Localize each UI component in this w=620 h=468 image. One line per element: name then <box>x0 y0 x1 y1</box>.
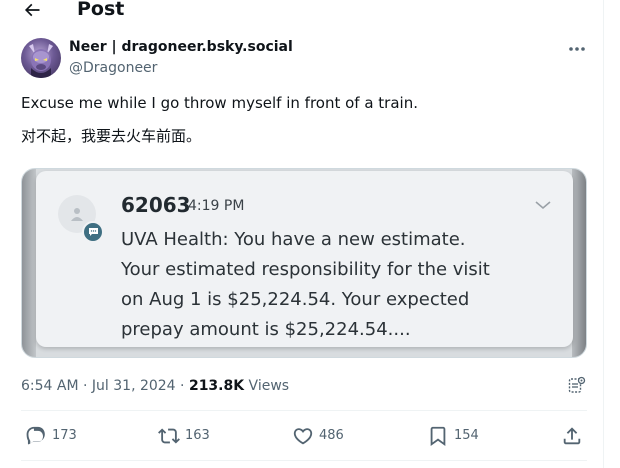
views-count: 213.8K <box>188 378 245 394</box>
repost-count: 163 <box>185 428 210 443</box>
post-text: Excuse me while I go throw myself in fro… <box>21 94 418 112</box>
more-horizontal-icon <box>569 47 585 51</box>
author-handle[interactable]: @Dragoneer <box>69 59 157 77</box>
share-button[interactable] <box>561 424 583 448</box>
sms-line: UVA Health: You have a new estimate. <box>121 229 466 250</box>
message-badge <box>82 221 104 243</box>
bookmark-count: 154 <box>454 428 479 443</box>
more-button[interactable] <box>565 40 589 58</box>
like-count: 486 <box>319 428 344 443</box>
user-avatar-purple-dragon <box>29 44 53 78</box>
post-text-translation: 对不起，我要去火车前面。 <box>21 127 202 145</box>
bookmark-icon <box>430 426 446 447</box>
back-button[interactable] <box>18 0 46 23</box>
arrow-left-icon <box>24 3 40 17</box>
meta-separator: · <box>175 378 189 394</box>
reply-count: 173 <box>52 428 77 443</box>
sms-line: prepay amount is $25,224.54.... <box>121 319 411 340</box>
post-date[interactable]: Jul 31, 2024 <box>92 378 176 394</box>
page-title: Post <box>77 0 125 20</box>
grok-analyze-button[interactable] <box>566 374 588 396</box>
sms-line: Your estimated responsibility for the vi… <box>121 259 490 280</box>
repost-button[interactable]: 163 <box>158 424 210 448</box>
reply-icon <box>26 426 45 445</box>
post-page: Post Neer | dragoneer.bsky.social @Drago… <box>0 0 620 468</box>
post-meta: 6:54 AM · Jul 31, 2024 · 213.8K Views <box>21 376 289 396</box>
avatar[interactable] <box>21 38 61 78</box>
sms-sender: 62063 <box>121 193 191 217</box>
bookmark-button[interactable]: 154 <box>427 424 479 448</box>
person-icon <box>71 208 83 221</box>
heart-icon <box>293 428 313 445</box>
post-time[interactable]: 6:54 AM <box>21 378 79 394</box>
column-border <box>603 0 604 468</box>
author-name[interactable]: Neer | dragoneer.bsky.social <box>69 38 293 56</box>
meta-separator: · <box>78 378 92 394</box>
header: Post <box>0 0 603 26</box>
message-bubble-icon <box>88 228 98 236</box>
sms-line: on Aug 1 is $25,224.54. Your expected <box>121 289 470 310</box>
divider <box>21 460 587 461</box>
post-media-image[interactable]: 62063 4:19 PM UVA Health: You have a new… <box>21 168 587 358</box>
sms-time: 4:19 PM <box>188 198 245 214</box>
media-edge-right <box>572 169 586 357</box>
views-label: Views <box>244 378 290 394</box>
like-button[interactable]: 486 <box>292 424 344 448</box>
sms-notification-card: 62063 4:19 PM UVA Health: You have a new… <box>36 171 573 347</box>
chevron-down-icon <box>535 201 551 210</box>
divider <box>21 410 587 411</box>
reply-button[interactable]: 173 <box>25 424 77 448</box>
share-icon <box>563 427 581 445</box>
media-edge-left <box>22 169 36 357</box>
grok-analyze-icon <box>568 376 586 393</box>
repost-icon <box>158 428 180 444</box>
